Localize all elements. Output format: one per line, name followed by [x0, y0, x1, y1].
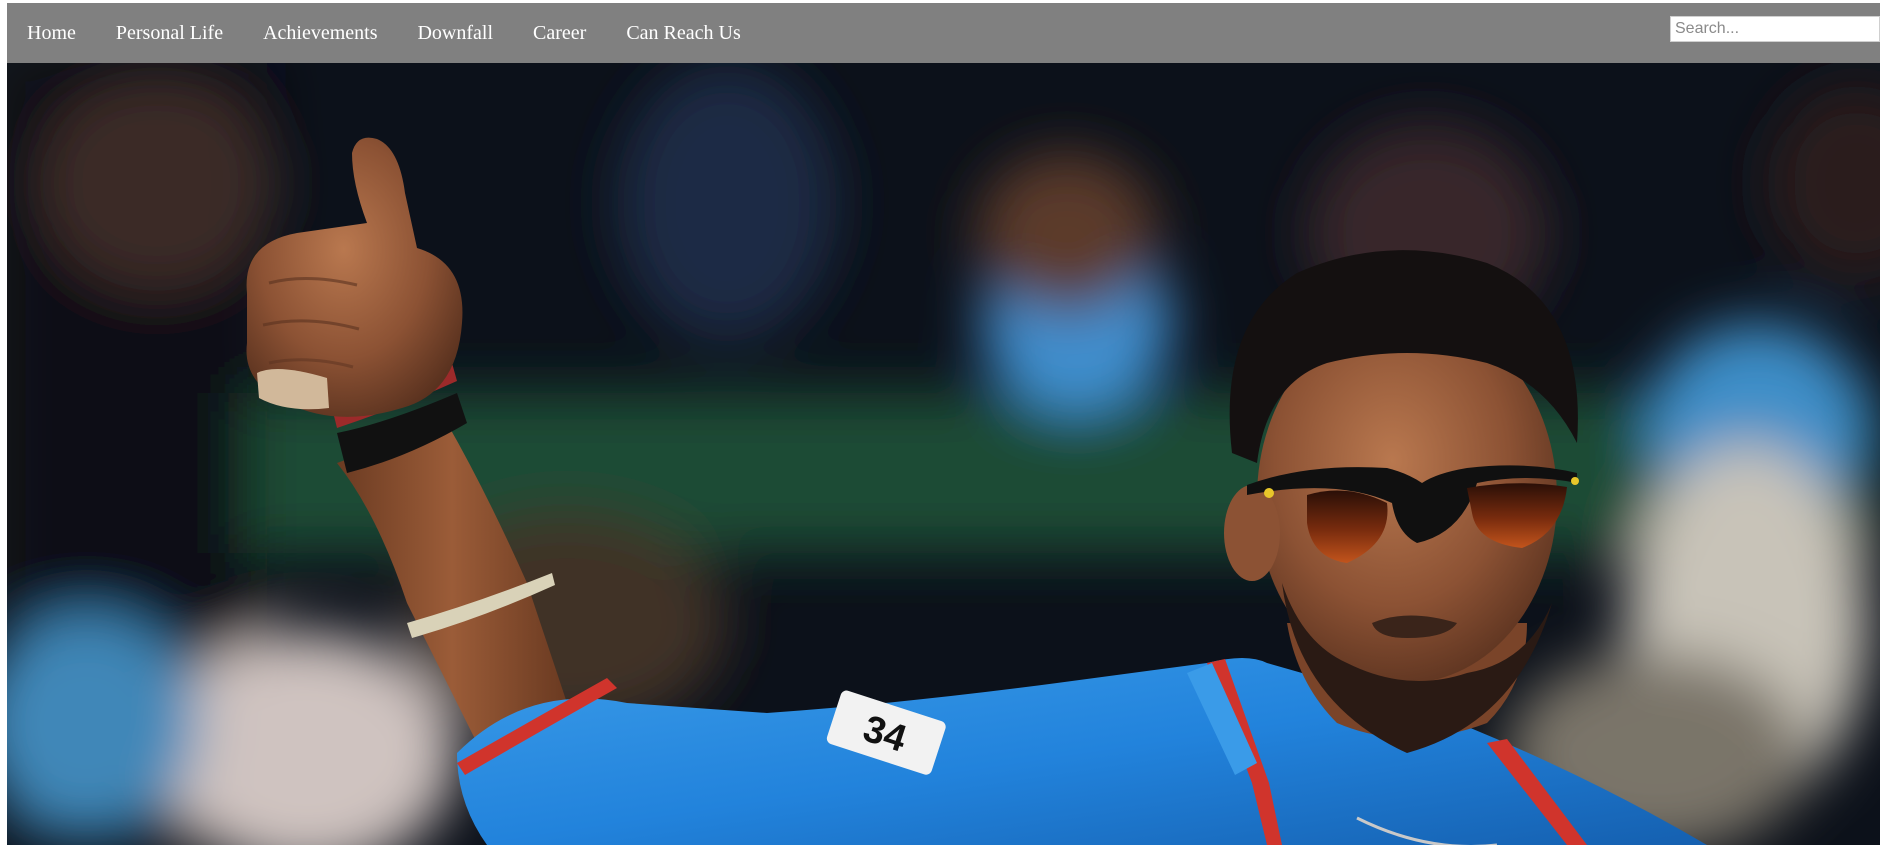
- nav-link-downfall[interactable]: Downfall: [397, 3, 513, 63]
- nav-link-personal-life[interactable]: Personal Life: [96, 3, 243, 63]
- hero-photo-illustration: 34: [7, 63, 1880, 845]
- nav-link-achievements[interactable]: Achievements: [243, 3, 397, 63]
- nav-link-home[interactable]: Home: [7, 3, 96, 63]
- page: Home Personal Life Achievements Downfall…: [0, 0, 1880, 845]
- top-navigation-bar: Home Personal Life Achievements Downfall…: [7, 3, 1880, 63]
- nav-link-can-reach-us[interactable]: Can Reach Us: [606, 3, 760, 63]
- search-input[interactable]: [1670, 16, 1880, 42]
- nav-links: Home Personal Life Achievements Downfall…: [7, 3, 761, 63]
- hero-photo: 34: [7, 63, 1880, 845]
- nav-link-career[interactable]: Career: [513, 3, 606, 63]
